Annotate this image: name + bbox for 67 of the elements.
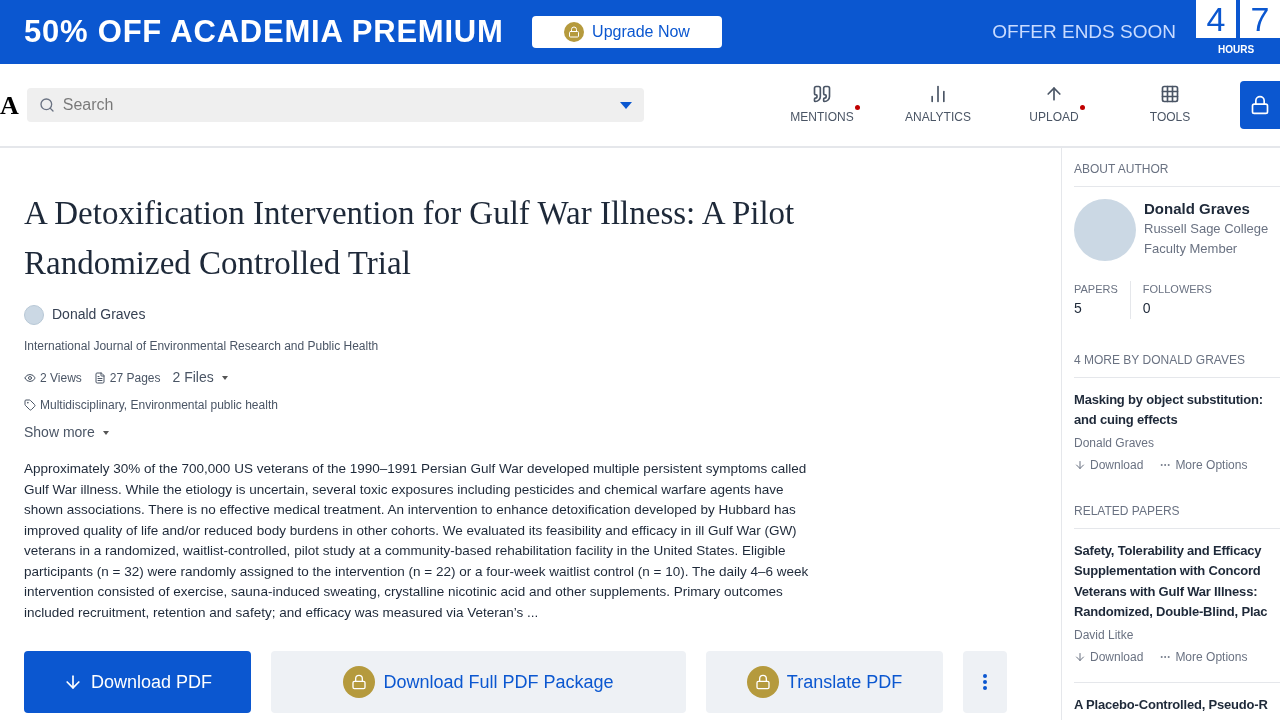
countdown-digit: 4 xyxy=(1196,0,1236,38)
caret-icon xyxy=(221,375,228,380)
caret-icon xyxy=(102,430,109,435)
caret-icon xyxy=(619,101,632,109)
paper-author: Donald Graves xyxy=(1074,434,1156,452)
section-heading: 4 MORE BY DONALD GRAVES xyxy=(1074,350,1280,378)
author-name[interactable]: Donald Graves xyxy=(52,304,146,325)
eye-icon xyxy=(24,371,36,384)
show-more-button[interactable]: Show more xyxy=(24,422,109,443)
quote-icon xyxy=(812,84,832,104)
countdown-unit: HOURS xyxy=(1218,43,1255,57)
author-name[interactable]: Donald Graves xyxy=(1144,199,1269,219)
search-input[interactable]: Search xyxy=(62,93,612,117)
paper-title-line[interactable]: Randomized, Double-Blind, Plac xyxy=(1074,602,1268,623)
pages-count: 27 Pages xyxy=(109,369,161,387)
offer-text: OFFER ENDS SOON xyxy=(992,19,1176,44)
download-link[interactable]: Download xyxy=(1074,647,1144,666)
bar-chart-icon xyxy=(928,84,948,104)
author-role: Faculty Member xyxy=(1144,240,1239,258)
kebab-icon xyxy=(983,674,987,690)
section-heading: ABOUT AUTHOR xyxy=(1074,160,1280,187)
grid-icon xyxy=(1160,84,1180,104)
paper-title: A Detoxification Intervention for Gulf War Illness: A Pilot Randomized Controlled Trial xyxy=(24,194,796,283)
paper-title-line[interactable]: and cuing effects xyxy=(1074,410,1178,431)
site-logo[interactable]: A xyxy=(0,85,19,125)
stat-value: 5 xyxy=(1074,298,1083,318)
views-count: 2 Views xyxy=(40,369,82,387)
document-icon xyxy=(93,371,106,384)
action-button[interactable]: Translate PDF xyxy=(706,651,943,713)
stat-value: 0 xyxy=(1142,298,1152,318)
lock-icon xyxy=(343,666,376,698)
paper-title-line[interactable]: Supplementation with Concord xyxy=(1074,561,1261,582)
banner-headline: 50% OFF ACADEMIA PREMIUM xyxy=(24,12,505,51)
nav-item[interactable]: UPLOAD xyxy=(1000,84,1108,126)
paper-title-line[interactable]: Veterans with Gulf War Illness: xyxy=(1074,581,1258,602)
paper-author: David Litke xyxy=(1074,626,1135,644)
lock-button[interactable] xyxy=(1240,81,1280,129)
lock-icon xyxy=(1250,95,1270,115)
action-button[interactable]: Download Full PDF Package xyxy=(271,651,686,713)
avatar-icon xyxy=(24,304,44,325)
lock-icon xyxy=(746,666,779,698)
lock-icon xyxy=(564,22,585,42)
search-field[interactable]: Search xyxy=(26,88,644,122)
search-icon xyxy=(38,97,55,113)
paper-title-line[interactable]: Masking by object substitution: xyxy=(1074,389,1263,410)
section-heading: RELATED PAPERS xyxy=(1074,501,1280,529)
upgrade-button[interactable]: Upgrade Now xyxy=(532,16,722,48)
stat-label: PAPERS xyxy=(1074,282,1118,297)
action-button[interactable]: Download PDF xyxy=(24,651,251,713)
nav-item[interactable]: MENTIONS xyxy=(768,84,876,126)
journal-name: International Journal of Environmental Research and Public Health xyxy=(24,338,380,355)
download-link[interactable]: Download xyxy=(1074,455,1144,474)
more-options-link[interactable]: More Options xyxy=(1159,455,1248,474)
nav-item[interactable]: ANALYTICS xyxy=(884,84,992,126)
paper-title-line[interactable]: A Placebo-Controlled, Pseudo-R xyxy=(1074,694,1268,715)
nav-item[interactable]: TOOLS xyxy=(1116,84,1224,126)
stat-label: FOLLOWERS xyxy=(1142,282,1212,297)
more-options-link[interactable]: More Options xyxy=(1159,647,1248,666)
download-icon xyxy=(1074,458,1086,471)
paper-title-line[interactable]: Safety, Tolerability and Efficacy xyxy=(1074,540,1262,561)
tags-text: Multidisciplinary, Environmental public health xyxy=(40,397,278,414)
abstract-text: Approximately 30% of the 700,000 US veterans of the 1990–1991 Persian Gulf War developed multiple persistent symptoms called Gulf War illness. While the etiology is uncertain, several toxic exposures including pesticides and chemical warfare agents have shown associations. There is no effective medical treatment. An intervention to enhance detoxification developed by Hubbard has improved quality of life and/or reduced body burdens in other cohorts. We evaluated its feasibility and efficacy in ill Gulf War (GW) veterans in a randomized, waitlist-controlled, pilot study at a community-based rehabilitation facility in the United States. Eligible participants (n = 32) were randomly assigned to the intervention (n = 22) or a four-week waitlist control (n = 10). The daily 4–6 week intervention consisted of exercise, sauna-induced sweating, crystalline nicotinic acid and other supplements. Primary outcomes included recruitment, retention and safety; and efficacy was measured via Veteran’s ... xyxy=(24,460,809,622)
tag-icon xyxy=(24,399,36,411)
files-dropdown[interactable]: 2 Files xyxy=(172,367,228,388)
download-icon xyxy=(1074,650,1086,663)
countdown-digit: 7 xyxy=(1240,0,1280,38)
author-affiliation: Russell Sage College xyxy=(1144,220,1269,238)
